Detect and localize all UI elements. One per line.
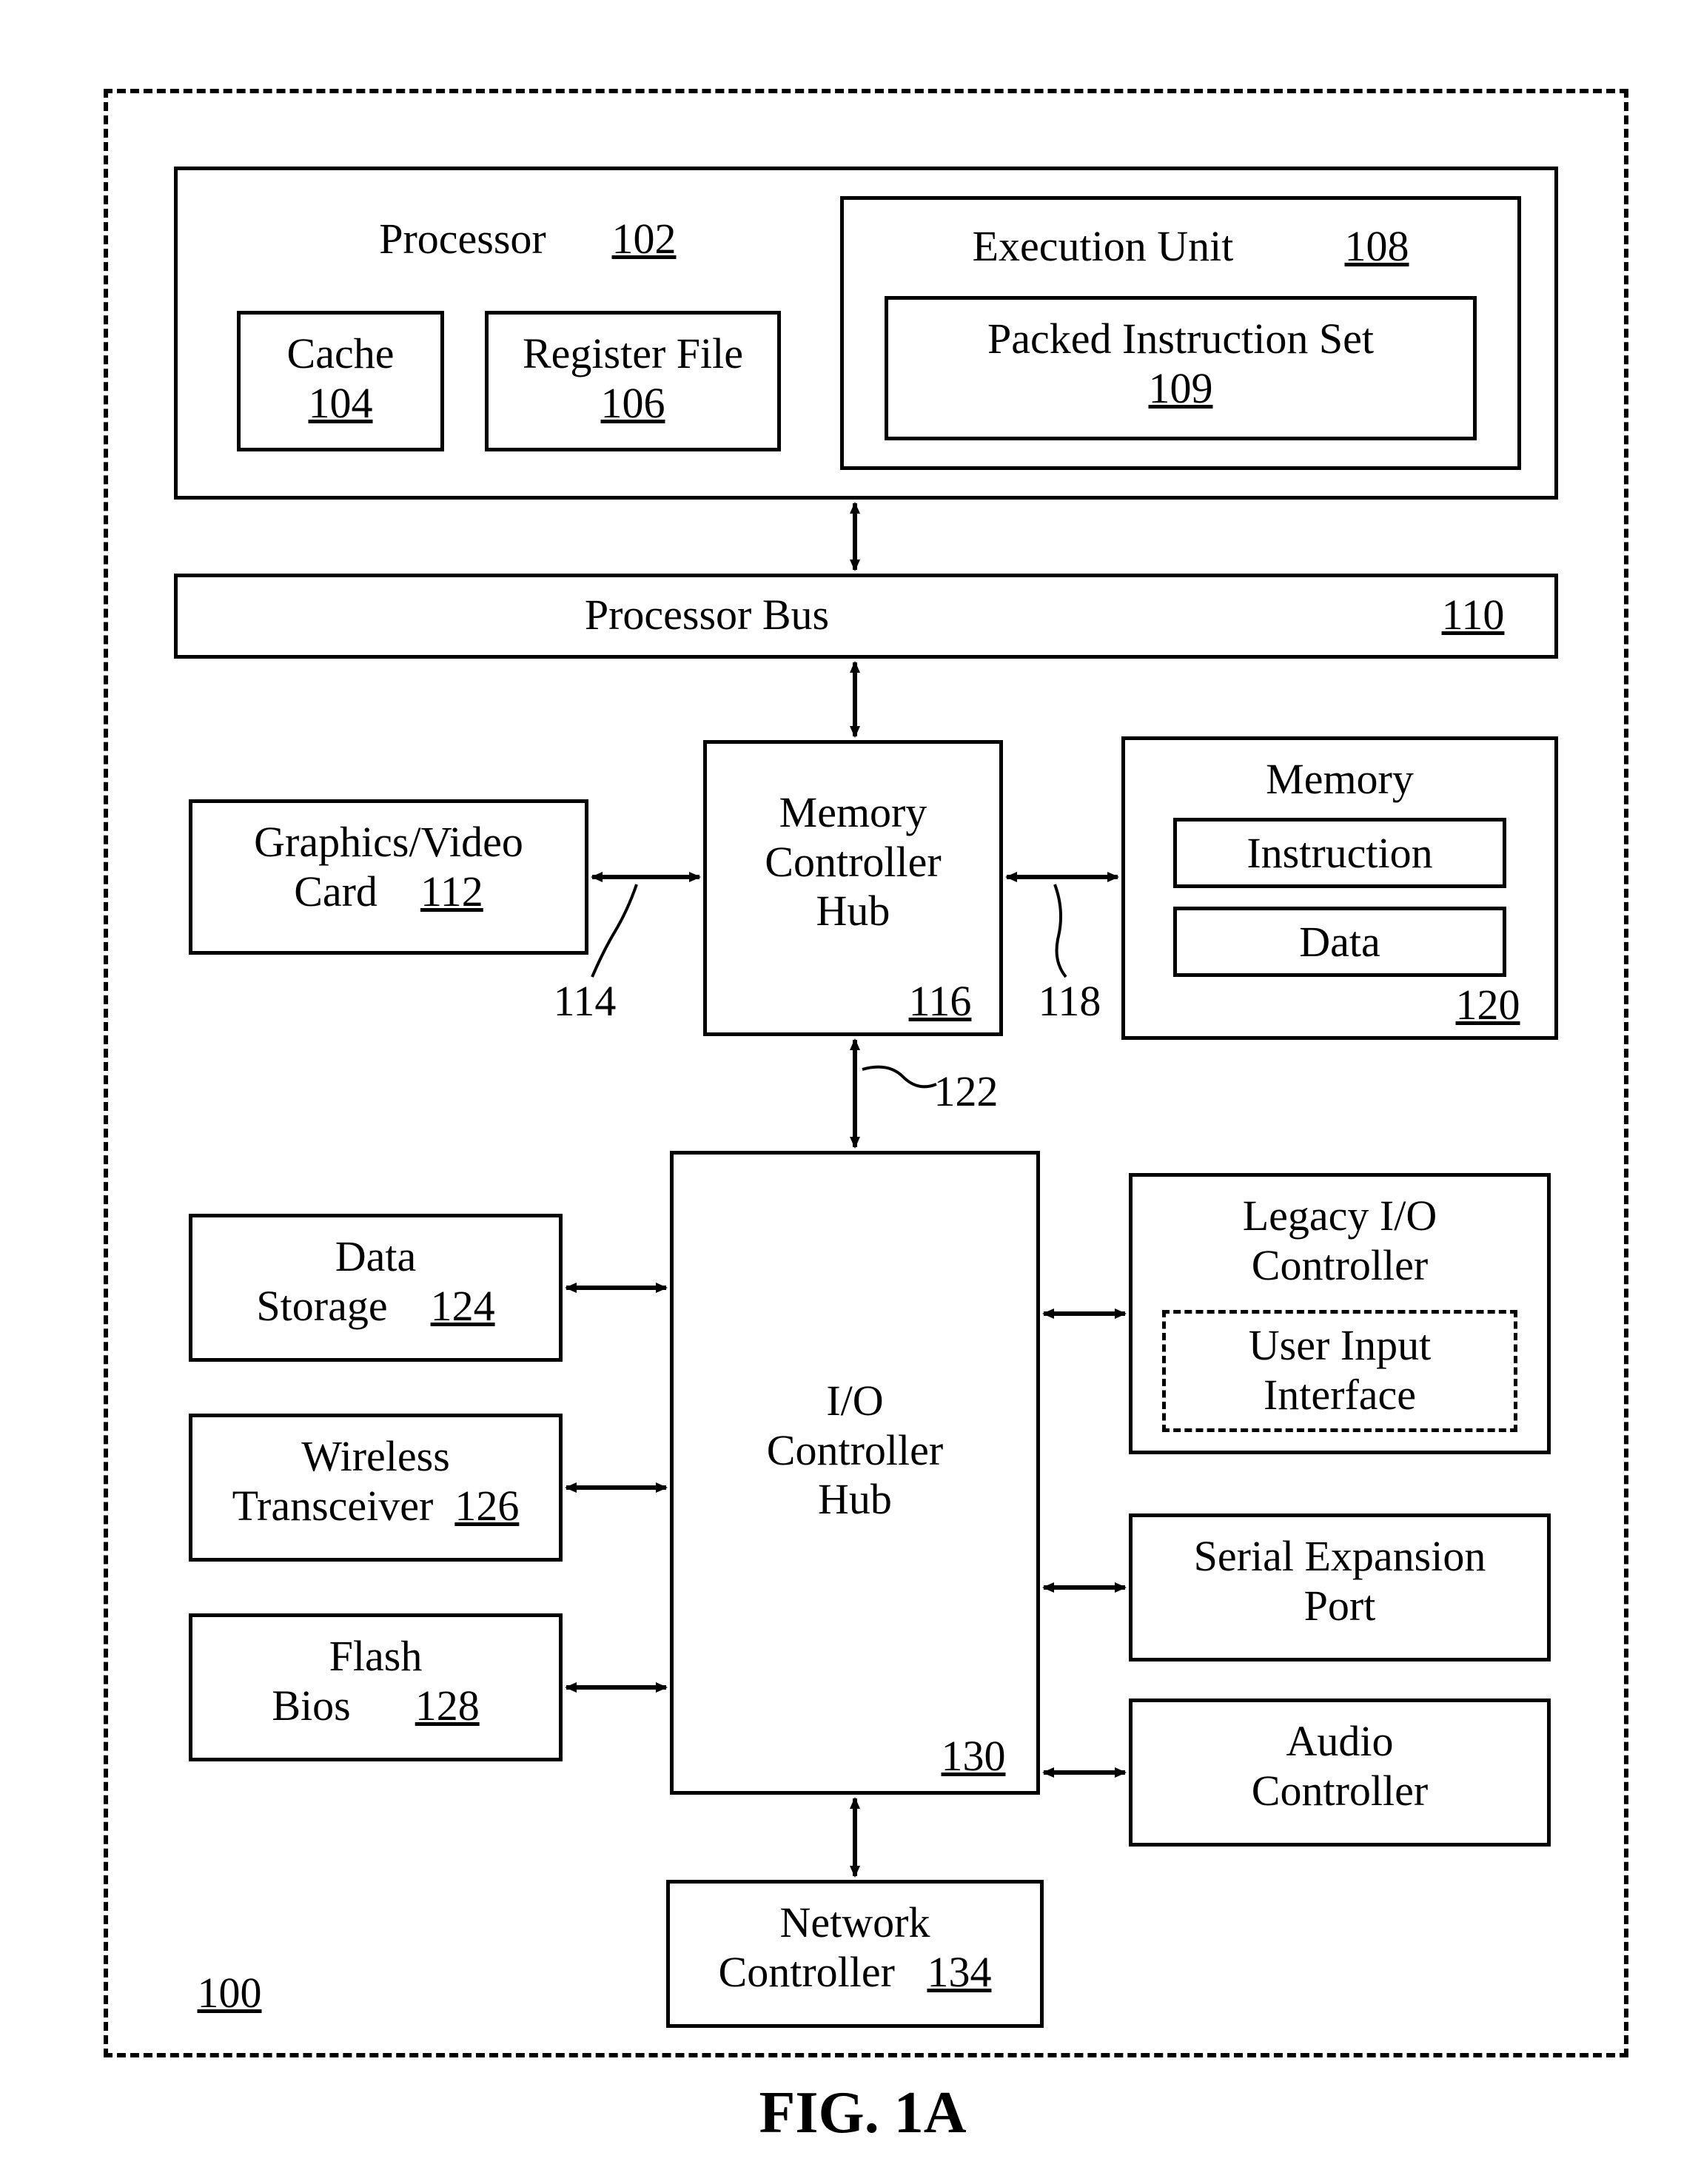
connector-arrows	[22, 22, 1681, 2162]
diagram-canvas: Processor 102 Cache 104 Register File 10…	[22, 22, 1681, 2162]
